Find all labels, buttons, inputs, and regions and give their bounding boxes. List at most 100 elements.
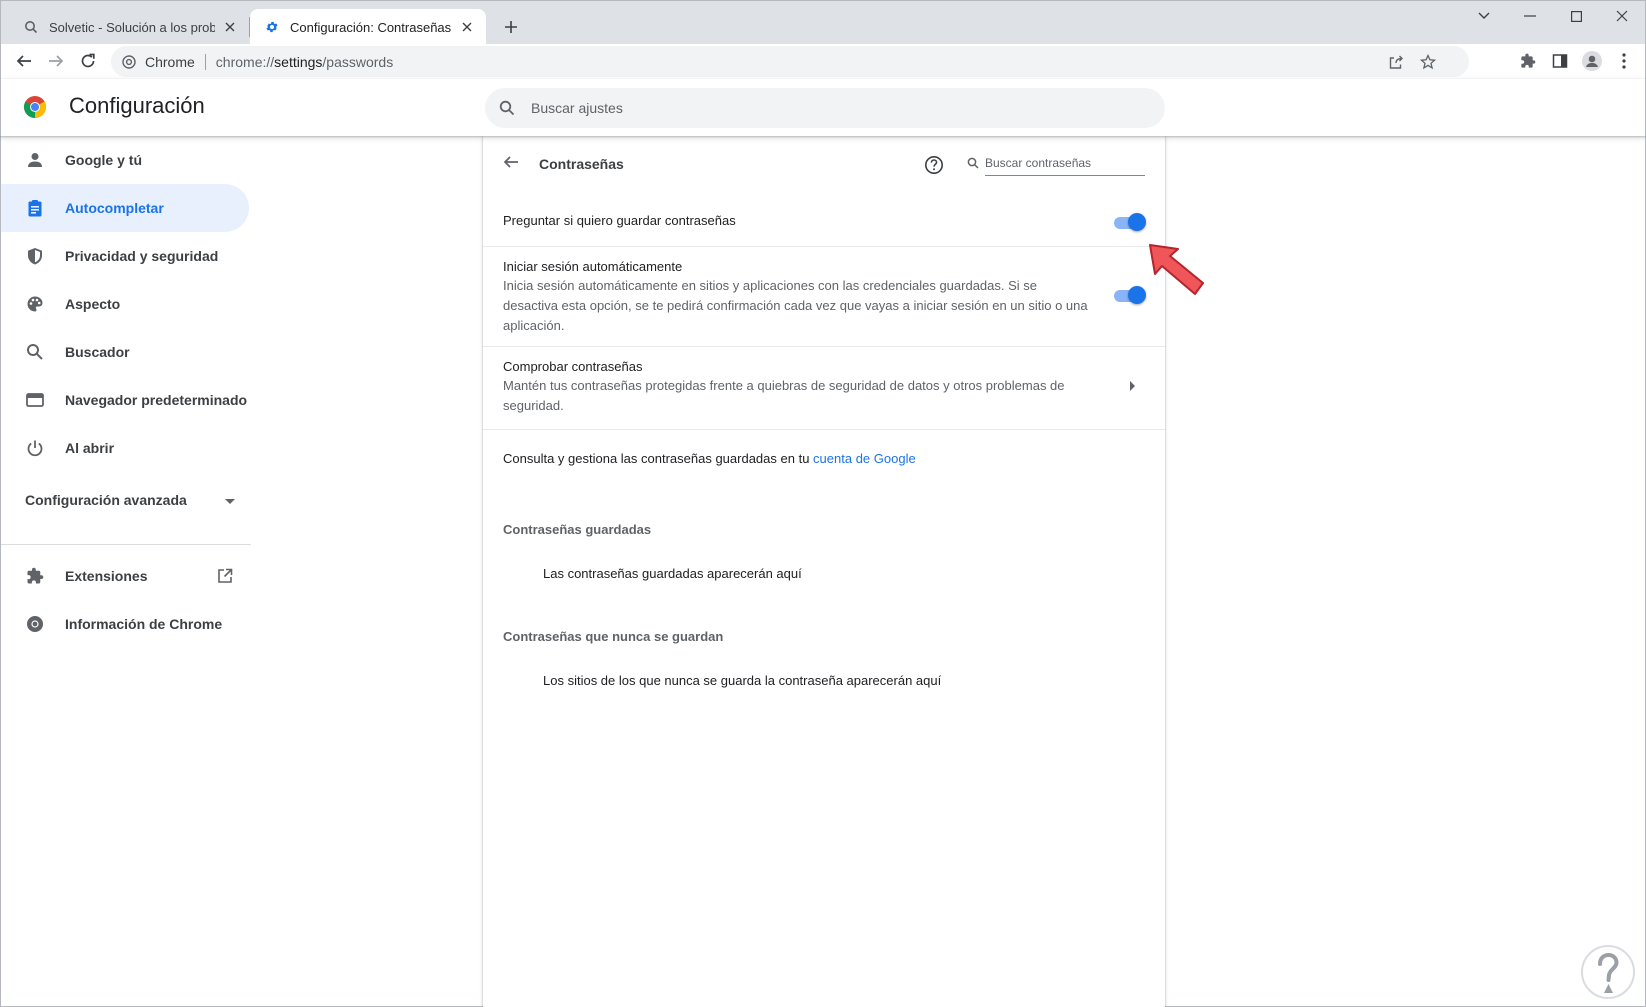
- minimize-icon[interactable]: [1507, 1, 1553, 31]
- google-account-link[interactable]: cuenta de Google: [813, 451, 916, 466]
- sidebar-divider: [1, 544, 251, 545]
- new-tab-plus-icon[interactable]: [498, 14, 524, 40]
- tab-settings-passwords[interactable]: Configuración: Contraseñas: [250, 9, 486, 45]
- saved-passwords-heading: Contraseñas guardadas: [503, 522, 652, 537]
- sidebar-item-on-startup[interactable]: Al abrir: [1, 424, 249, 472]
- tab-title: Solvetic - Solución a los problem: [49, 19, 215, 35]
- sidebar-item-label: Google y tú: [65, 152, 142, 168]
- chrome-site-icon[interactable]: [121, 54, 137, 70]
- sidebar-item-extensions[interactable]: Extensiones: [1, 552, 249, 600]
- extensions-puzzle-icon[interactable]: [1513, 46, 1543, 76]
- advanced-settings-toggle[interactable]: Configuración avanzada: [25, 488, 235, 512]
- gear-icon: [264, 19, 280, 35]
- check-passwords-label: Comprobar contraseñas: [503, 359, 643, 374]
- maximize-icon[interactable]: [1553, 1, 1599, 31]
- sidebar-item-autofill[interactable]: Autocompletar: [1, 184, 249, 232]
- settings-search-box[interactable]: [485, 88, 1165, 128]
- auto-signin-label: Iniciar sesión automáticamente: [503, 259, 683, 274]
- back-arrow-icon[interactable]: [9, 46, 39, 76]
- palette-icon: [25, 294, 45, 314]
- sidebar-item-about-chrome[interactable]: Información de Chrome: [1, 600, 249, 648]
- person-icon: [25, 150, 45, 170]
- chrome-logo-icon: [23, 95, 47, 119]
- tab-solvetic[interactable]: Solvetic - Solución a los problem: [9, 9, 249, 45]
- page-title: Configuración: [69, 93, 205, 118]
- manage-passwords-prefix: Consulta y gestiona las contraseñas guar…: [503, 451, 810, 466]
- check-passwords-description: Mantén tus contraseñas protegidas frente…: [503, 378, 1065, 413]
- side-panel-icon[interactable]: [1545, 46, 1575, 76]
- help-icon[interactable]: [923, 154, 945, 176]
- sidebar-item-label: Información de Chrome: [65, 616, 223, 632]
- extensions-puzzle-icon: [25, 566, 45, 586]
- never-saved-empty: Los sitios de los que nunca se guarda la…: [543, 673, 942, 688]
- auto-signin-description: Inicia sesión automáticamente en sitios …: [503, 278, 1088, 333]
- browser-window-icon: [25, 390, 45, 410]
- sidebar-item-label: Extensiones: [65, 568, 148, 584]
- solvetic-search-icon: [23, 19, 39, 35]
- bookmark-star-icon[interactable]: [1413, 46, 1443, 77]
- chrome-outline-icon: [25, 614, 45, 634]
- sidebar-item-label: Privacidad y seguridad: [65, 248, 219, 264]
- address-bar[interactable]: Chrome chrome://settings/passwords: [111, 46, 1469, 77]
- manage-passwords-text: Consulta y gestiona las contraseñas guar…: [503, 451, 916, 466]
- advanced-settings-label: Configuración avanzada: [25, 492, 187, 508]
- open-in-new-icon: [215, 566, 235, 586]
- window-close-icon[interactable]: [1599, 1, 1645, 31]
- search-icon: [965, 155, 981, 171]
- forward-arrow-icon[interactable]: [41, 46, 71, 76]
- subpage-title: Contraseñas: [539, 156, 624, 172]
- close-icon[interactable]: [458, 18, 476, 36]
- offer-to-save-toggle[interactable]: [1112, 213, 1146, 231]
- sidebar-item-label: Autocompletar: [65, 200, 164, 216]
- profile-avatar[interactable]: [1577, 46, 1607, 76]
- offer-to-save-row[interactable]: Preguntar si quiero guardar contraseñas: [483, 198, 1165, 246]
- toggle-knob: [1128, 286, 1146, 304]
- saved-passwords-empty: Las contraseñas guardadas aparecerán aqu…: [543, 566, 802, 581]
- settings-page: Google y tú Autocompletar Privacidad y s…: [0, 136, 1646, 1007]
- never-saved-heading: Contraseñas que nunca se guardan: [503, 629, 724, 644]
- share-icon[interactable]: [1381, 46, 1411, 77]
- close-icon[interactable]: [221, 18, 239, 36]
- url-host: settings: [274, 53, 323, 70]
- clipboard-icon: [25, 198, 45, 218]
- row-divider: [483, 429, 1165, 430]
- omnibox-divider: [204, 53, 206, 70]
- sidebar-item-search-engine[interactable]: Buscador: [1, 328, 249, 376]
- password-search-input[interactable]: [985, 150, 1145, 176]
- auto-signin-row[interactable]: Iniciar sesión automáticamente Inicia se…: [483, 246, 1165, 346]
- tab-strip: Solvetic - Solución a los problem Config…: [0, 0, 1646, 45]
- check-passwords-row[interactable]: Comprobar contraseñas Mantén tus contras…: [483, 346, 1165, 429]
- reload-icon[interactable]: [73, 46, 103, 76]
- sidebar-item-label: Buscador: [65, 344, 130, 360]
- browser-toolbar: Chrome chrome://settings/passwords: [0, 44, 1646, 79]
- url-path: /passwords: [322, 53, 394, 70]
- passwords-card: Contraseñas Preguntar si quiero guardar …: [483, 136, 1165, 1007]
- power-icon: [25, 438, 45, 458]
- annotation-arrow-icon: [1149, 244, 1204, 295]
- password-search[interactable]: [965, 150, 1145, 176]
- auto-signin-toggle[interactable]: [1112, 286, 1146, 304]
- sidebar-item-label: Navegador predeterminado: [65, 392, 248, 408]
- tab-search-chevron-down-icon[interactable]: [1461, 1, 1507, 31]
- sidebar-item-privacy[interactable]: Privacidad y seguridad: [1, 232, 249, 280]
- watermark-logo-icon: [1581, 945, 1635, 999]
- url-scheme: chrome://: [215, 53, 275, 70]
- arrow-right-icon: [1127, 380, 1139, 392]
- caret-down-icon: [225, 492, 235, 508]
- shield-icon: [25, 246, 45, 266]
- sidebar-item-label: Aspecto: [65, 296, 121, 312]
- tab-title: Configuración: Contraseñas: [290, 19, 452, 35]
- passwords-subpage-header: Contraseñas: [483, 136, 1165, 192]
- settings-search-input[interactable]: [531, 100, 1091, 116]
- back-arrow-icon[interactable]: [499, 150, 523, 174]
- offer-to-save-label: Preguntar si quiero guardar contraseñas: [503, 213, 736, 228]
- more-menu-icon[interactable]: [1609, 46, 1639, 76]
- settings-header: Configuración: [0, 79, 1646, 136]
- search-icon: [497, 98, 517, 118]
- sidebar-item-google[interactable]: Google y tú: [1, 136, 249, 184]
- search-icon: [25, 342, 45, 362]
- sidebar-item-label: Al abrir: [65, 440, 115, 456]
- sidebar-item-default-browser[interactable]: Navegador predeterminado: [1, 376, 249, 424]
- toggle-knob: [1128, 213, 1146, 231]
- sidebar-item-appearance[interactable]: Aspecto: [1, 280, 249, 328]
